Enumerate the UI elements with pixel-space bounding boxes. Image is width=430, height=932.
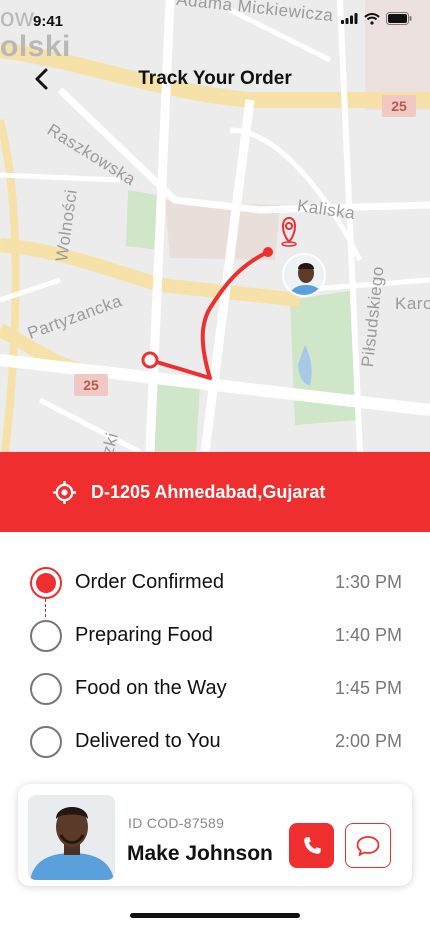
status-radio [30,672,62,705]
road-number-badge: 25 [74,374,108,396]
driver-photo [28,795,115,880]
chat-bubble-icon [356,835,380,856]
home-indicator[interactable] [130,913,300,918]
phone-icon [303,836,321,854]
order-id: ID COD-87589 [128,815,225,831]
status-step-delivered: Delivered to You 2:00 PM [30,715,402,768]
location-pin-icon [281,216,297,247]
wifi-icon [364,12,380,25]
status-radio-active [30,566,62,599]
battery-icon [386,12,412,25]
crosshair-location-icon [52,480,77,504]
status-step-label: Delivered to You [75,730,221,752]
driver-map-avatar[interactable] [282,253,326,297]
status-step-preparing-food: Preparing Food 1:40 PM [30,609,402,662]
status-step-time: 2:00 PM [334,731,402,751]
street-label: Karo [395,294,430,313]
page-title: Track Your Order [138,68,292,89]
track-order-screen: Adama Mickiewicza olski ow Raszkowska Wo… [0,0,430,932]
status-icons [341,12,412,25]
avatar [28,795,115,880]
route-end-marker [141,351,159,369]
order-status-timeline: Order Confirmed 1:30 PM Preparing Food 1… [30,556,402,768]
status-step-time: 1:40 PM [334,625,402,645]
signal-icon [341,13,358,24]
street-label: zki [98,430,123,452]
status-bar: 9:41 [0,0,430,44]
driver-name: Make Johnson [127,842,273,865]
delivery-address-text: D-1205 Ahmedabad,Gujarat [91,481,326,502]
status-step-order-confirmed: Order Confirmed 1:30 PM [30,556,402,617]
delivery-address-bar: D-1205 Ahmedabad,Gujarat [0,452,430,532]
status-time: 9:41 [33,13,64,30]
delivery-route [149,250,269,380]
status-radio [30,619,62,652]
status-step-time: 1:30 PM [334,572,402,592]
call-driver-button[interactable] [289,823,334,868]
status-step-label: Order Confirmed [75,571,224,593]
chat-driver-button[interactable] [345,823,391,868]
status-step-label: Food on the Way [75,677,227,699]
status-step-time: 1:45 PM [334,678,402,698]
status-radio [30,725,62,758]
status-step-food-on-the-way: Food on the Way 1:45 PM [30,662,402,715]
avatar [284,255,324,295]
driver-card: ID COD-87589 Make Johnson [18,784,412,886]
road-number-badge: 25 [382,95,416,117]
route-start-dot [263,247,273,257]
status-step-label: Preparing Food [75,624,213,646]
